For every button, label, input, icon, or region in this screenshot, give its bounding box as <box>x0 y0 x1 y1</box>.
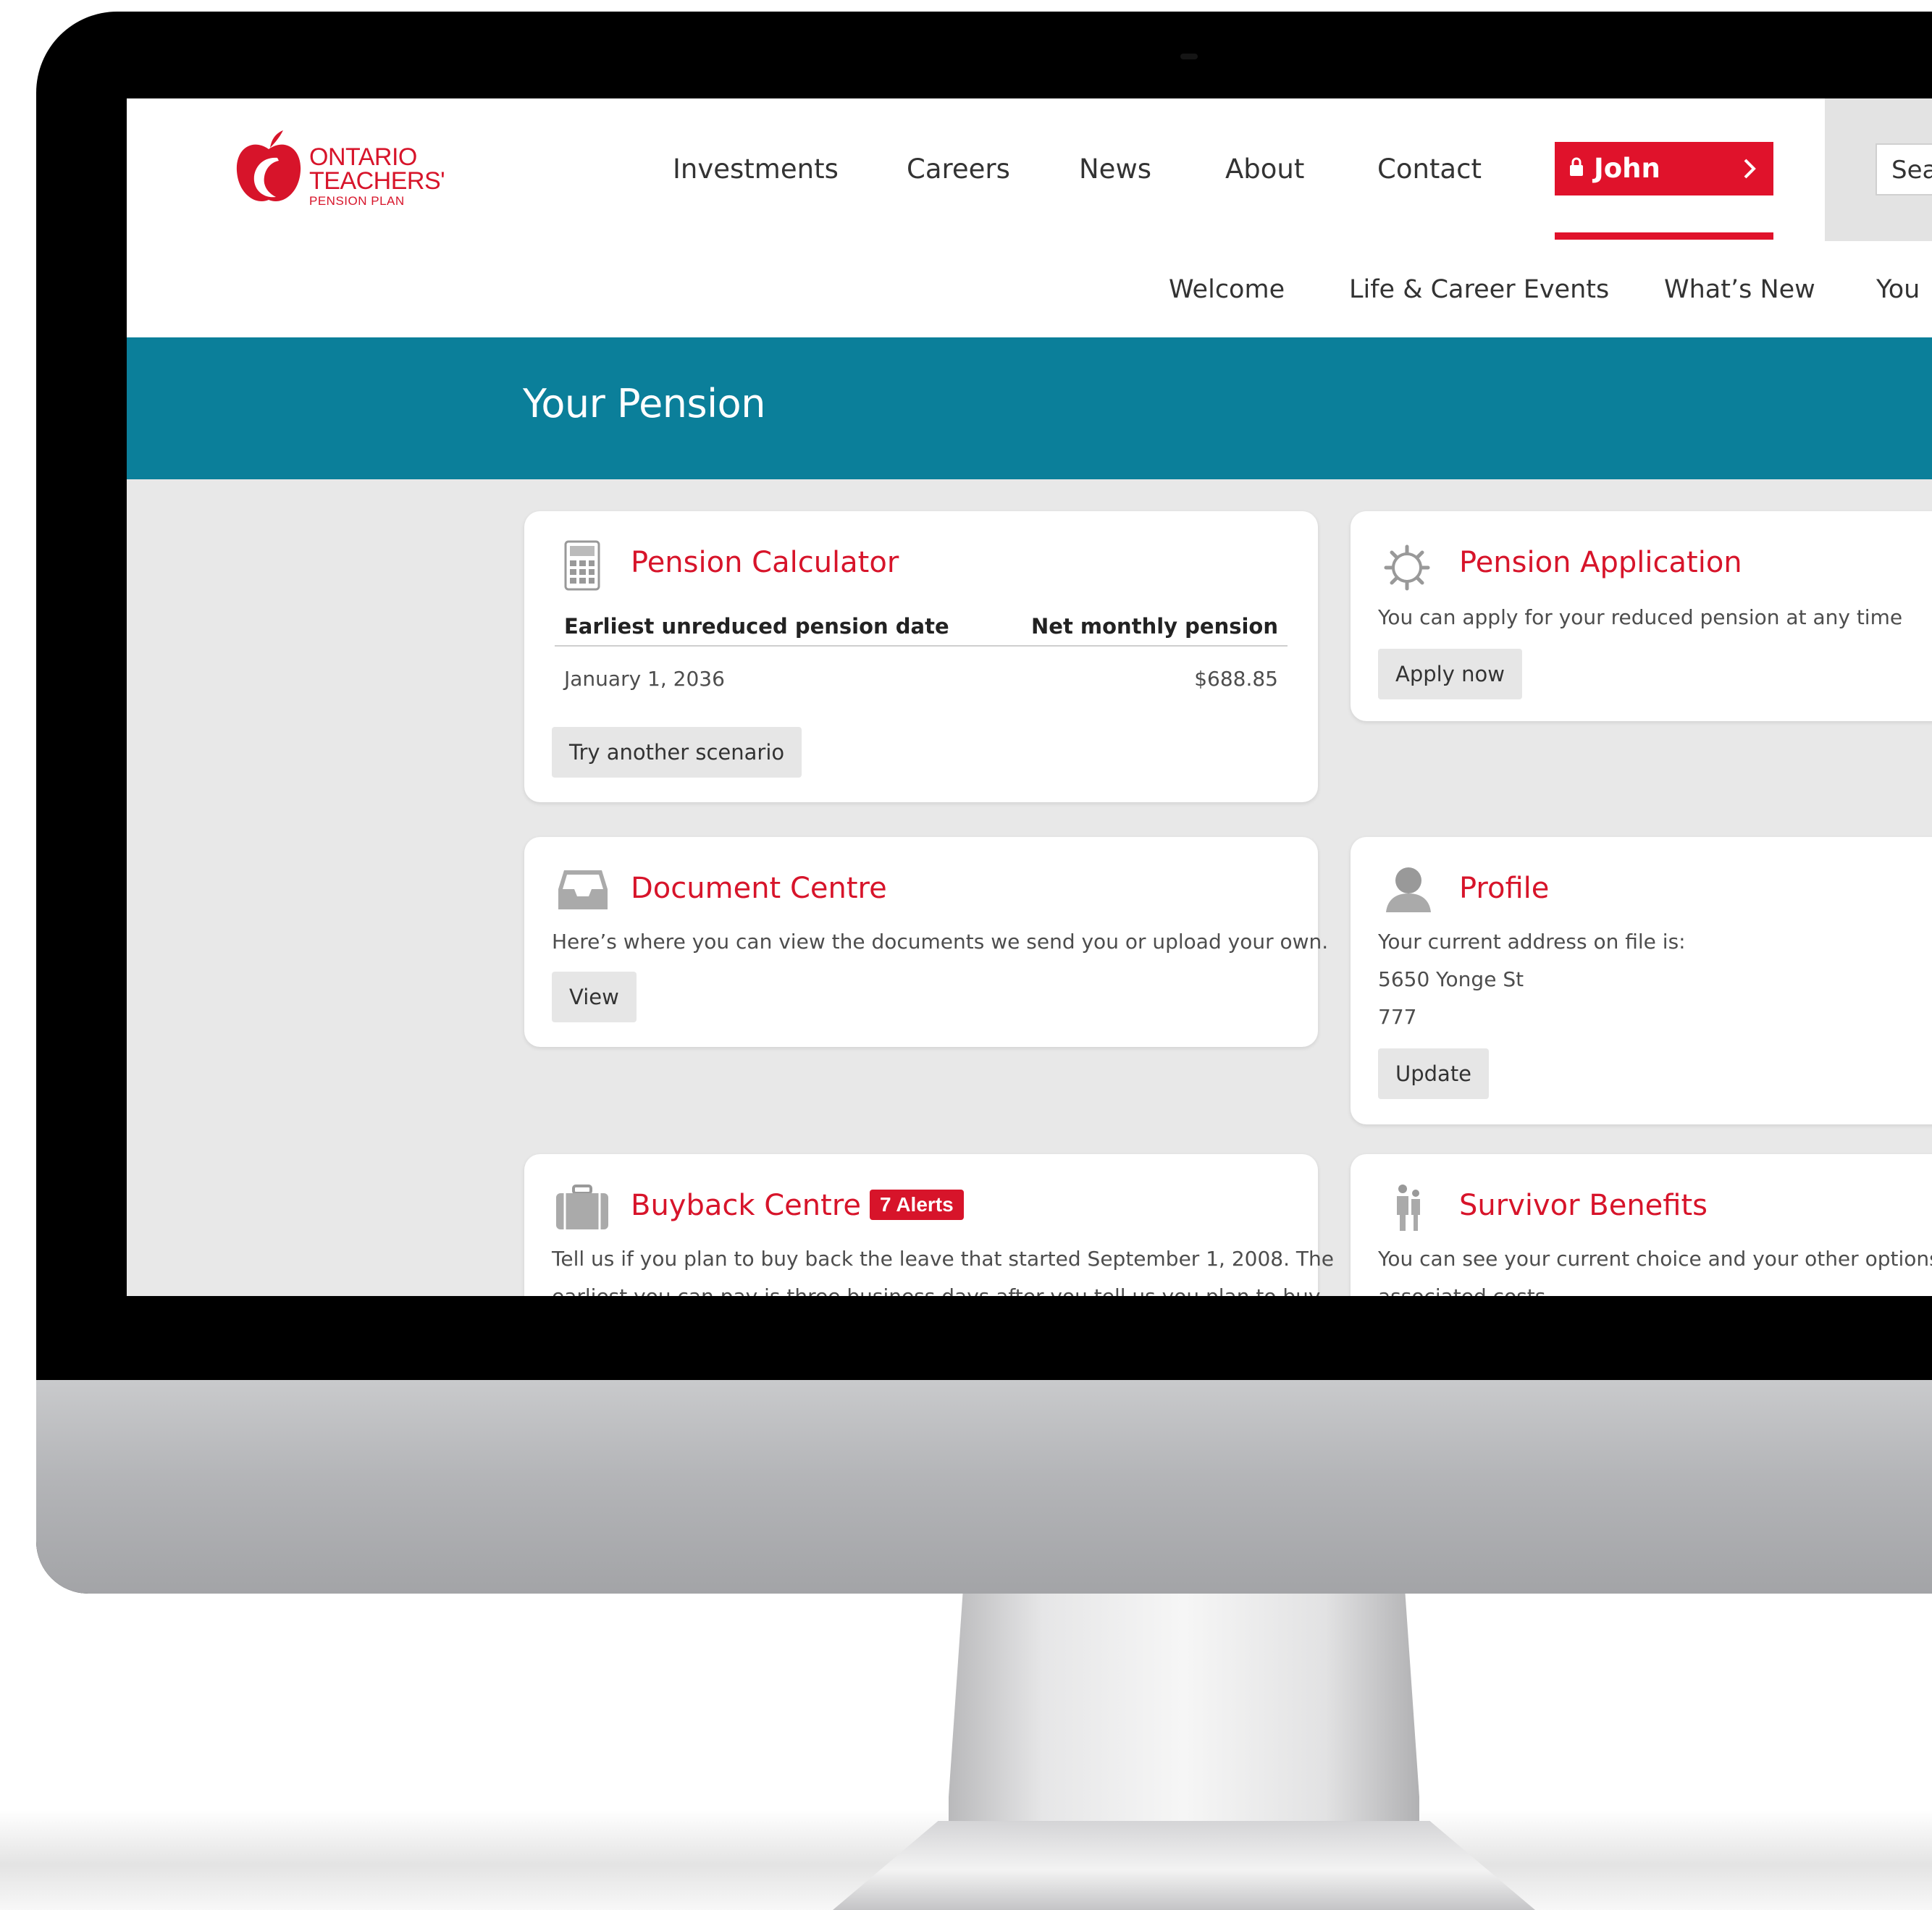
lock-icon <box>1570 157 1583 176</box>
table-divider <box>555 645 1288 647</box>
net-monthly-header: Net monthly pension <box>1031 614 1278 639</box>
earliest-date-header: Earliest unreduced pension date <box>564 614 949 639</box>
address-line-1: 5650 Yonge St <box>1378 967 1524 991</box>
brand-line-1: ONTARIO <box>309 143 417 171</box>
brand-line-3: PENSION PLAN <box>309 194 405 208</box>
active-tab-indicator <box>1555 232 1773 240</box>
profile-text: Your current address on file is: <box>1378 930 1686 954</box>
browser-screen: ONTARIO TEACHERS' PENSION PLAN Investmen… <box>127 98 1932 1296</box>
buyback-centre-card: Buyback Centre 7 Alerts Tell us if you pl… <box>524 1154 1334 1296</box>
earliest-date-value: January 1, 2036 <box>564 667 725 691</box>
calculator-icon <box>564 540 600 591</box>
nav-contact[interactable]: Contact <box>1377 153 1482 185</box>
pension-application-card: Pension Application You can apply for yo… <box>1351 511 1932 721</box>
document-centre-text: Here’s where you can view the documents … <box>552 930 1329 954</box>
apply-now-button[interactable]: Apply now <box>1378 649 1522 699</box>
buyback-text-line-2: earliest you can pay is three business d… <box>552 1284 1320 1296</box>
nav-about[interactable]: About <box>1225 153 1304 185</box>
pension-application-title: Pension Application <box>1459 546 1742 579</box>
sub-navigation: Welcome Life & Career Events What’s New … <box>127 243 1932 337</box>
address-line-2: 777 <box>1378 1005 1417 1029</box>
pension-application-text: You can apply for your reduced pension a… <box>1378 605 1903 629</box>
subnav-life-career-events[interactable]: Life & Career Events <box>1349 275 1609 304</box>
survivor-text-line-2: associated costs <box>1378 1284 1545 1296</box>
search-area: Sea <box>1825 98 1932 241</box>
apple-logo-icon <box>236 130 301 202</box>
user-account-button[interactable]: John <box>1555 142 1773 195</box>
survivor-benefits-card: Survivor Benefits You can see your curre… <box>1351 1154 1932 1296</box>
brand-logo[interactable]: ONTARIO TEACHERS' PENSION PLAN <box>234 127 451 207</box>
nav-investments[interactable]: Investments <box>673 153 839 185</box>
family-icon <box>1397 1185 1420 1231</box>
net-monthly-value: $688.85 <box>1194 667 1278 691</box>
document-centre-title: Document Centre <box>631 872 887 905</box>
survivor-benefits-title: Survivor Benefits <box>1459 1189 1708 1222</box>
person-icon <box>1386 867 1431 912</box>
search-input[interactable]: Sea <box>1876 143 1932 195</box>
gear-icon <box>1384 544 1430 591</box>
top-navigation: ONTARIO TEACHERS' PENSION PLAN Investmen… <box>127 98 1932 244</box>
page-banner: Your Pension <box>127 337 1932 479</box>
subnav-whats-new[interactable]: What’s New <box>1664 275 1815 304</box>
subnav-your[interactable]: You <box>1876 275 1920 304</box>
briefcase-icon <box>556 1185 608 1229</box>
buyback-text-line-1: Tell us if you plan to buy back the leav… <box>552 1247 1334 1271</box>
inbox-tray-icon <box>558 870 608 909</box>
alerts-badge[interactable]: 7 Alerts <box>870 1190 964 1220</box>
profile-title: Profile <box>1459 872 1550 905</box>
document-centre-card: Document Centre Here’s where you can vie… <box>524 837 1328 1047</box>
camera-dot <box>1180 54 1198 59</box>
survivor-text-line-1: You can see your current choice and your… <box>1378 1247 1932 1271</box>
buyback-centre-title: Buyback Centre <box>631 1189 861 1222</box>
nav-news[interactable]: News <box>1079 153 1151 185</box>
brand-wordmark: ONTARIO TEACHERS' PENSION PLAN <box>309 145 445 207</box>
page-title: Your Pension <box>523 381 765 426</box>
monitor-chin <box>36 1380 1932 1594</box>
user-name: John <box>1594 153 1660 184</box>
pension-calculator-title: Pension Calculator <box>631 546 899 579</box>
monitor-stand-base <box>833 1821 1535 1910</box>
update-button[interactable]: Update <box>1378 1048 1490 1099</box>
brand-line-2: TEACHERS' <box>309 167 445 195</box>
subnav-welcome[interactable]: Welcome <box>1169 275 1285 304</box>
view-button[interactable]: View <box>552 972 637 1022</box>
profile-card: Profile Your current address on file is:… <box>1351 837 1932 1124</box>
nav-careers[interactable]: Careers <box>907 153 1010 185</box>
try-another-scenario-button[interactable]: Try another scenario <box>552 727 802 778</box>
buyback-centre-heading: Buyback Centre 7 Alerts <box>631 1189 964 1222</box>
chevron-right-icon <box>1744 159 1756 179</box>
pension-calculator-card: Pension Calculator Earliest unreduced pe… <box>524 511 1318 802</box>
